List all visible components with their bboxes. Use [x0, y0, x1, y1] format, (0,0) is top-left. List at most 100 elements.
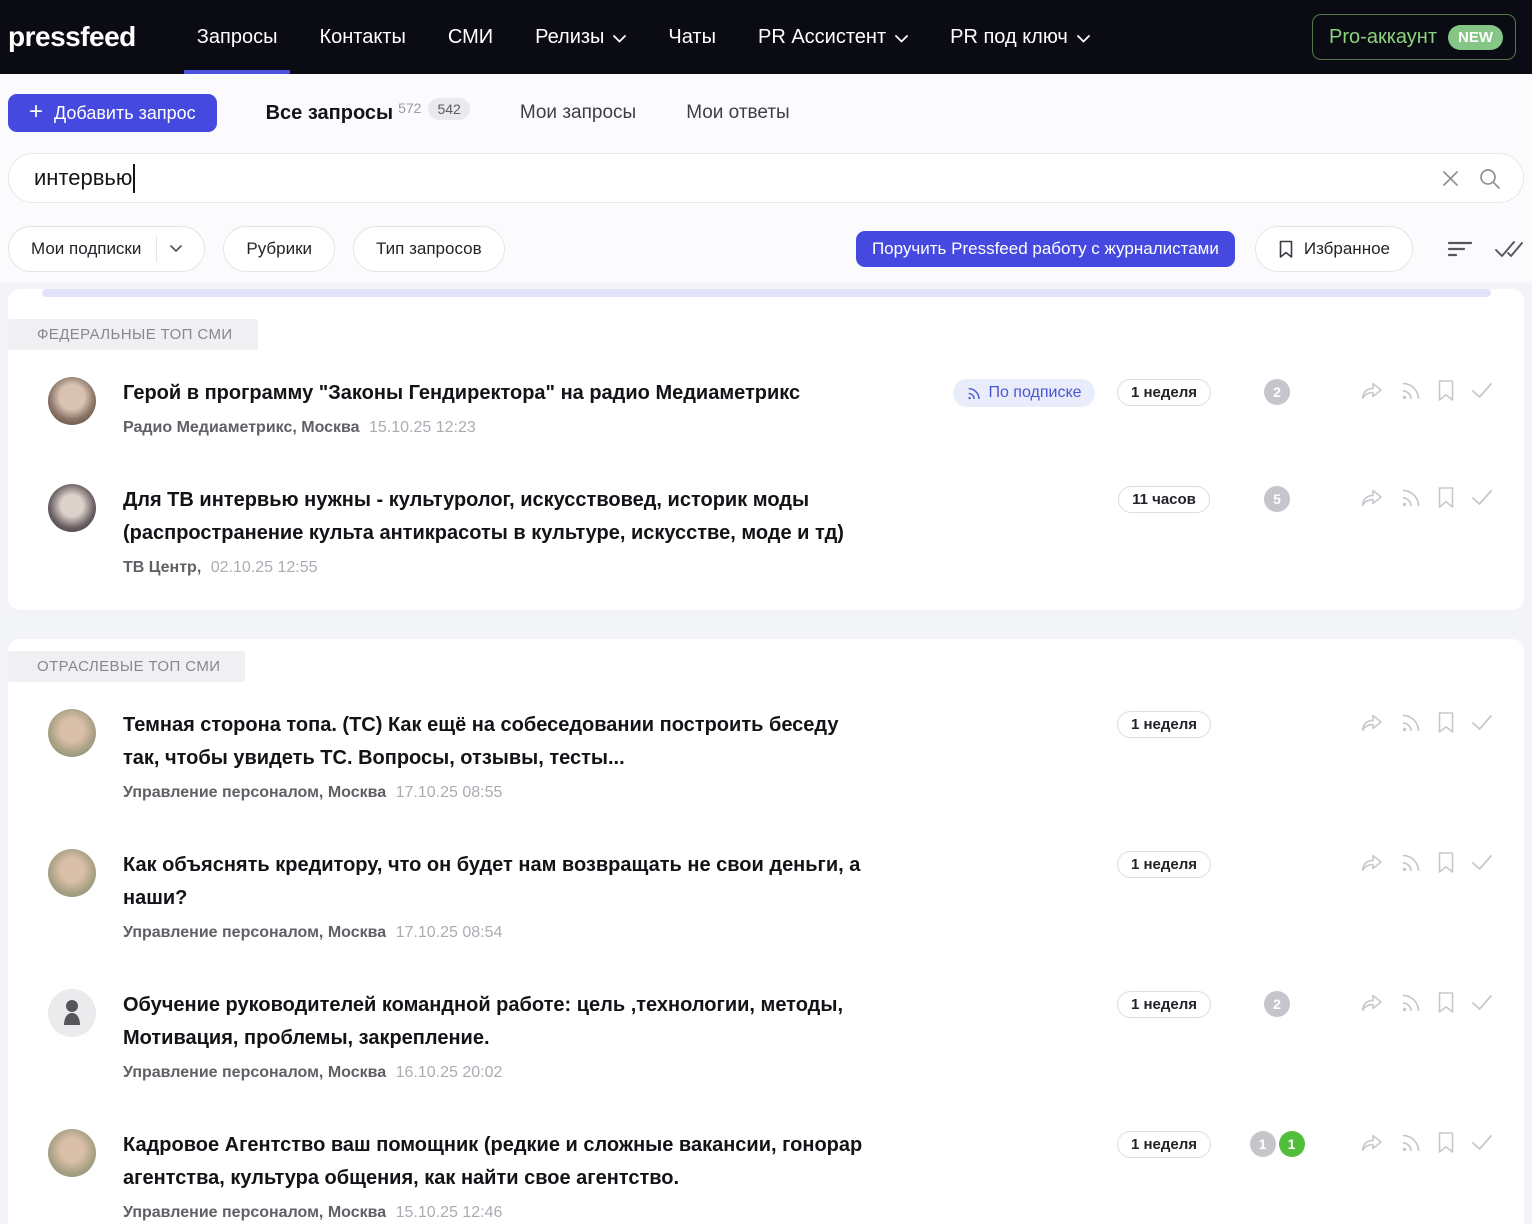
tab-total-count: 572 [398, 100, 421, 116]
pressfeed-logo[interactable]: pressfeed [8, 21, 136, 53]
nav-item-pr-turnkey[interactable]: PR под ключ [929, 0, 1111, 74]
section-industry-top-smi: ОТРАСЛЕВЫЕ ТОП СМИ Темная сторона топа. … [8, 639, 1524, 1224]
bookmark-icon[interactable] [1437, 991, 1455, 1014]
nav-item-requests[interactable]: Запросы [176, 0, 299, 74]
request-age-badge: 1 неделя [1117, 991, 1211, 1018]
request-title[interactable]: Обучение руководителей командной работе:… [123, 989, 863, 1055]
avatar-placeholder[interactable] [48, 989, 96, 1037]
rss-subscribe-icon[interactable] [1399, 711, 1422, 734]
filter-my-subscriptions[interactable]: Мои подписки [8, 226, 205, 272]
avatar[interactable] [48, 377, 96, 425]
request-date: 16.10.25 20:02 [396, 1064, 503, 1081]
avatar[interactable] [48, 709, 96, 757]
share-icon[interactable] [1360, 711, 1384, 734]
answers-count-badge: 5 [1264, 486, 1290, 512]
check-icon[interactable] [1470, 486, 1494, 509]
bookmark-icon[interactable] [1437, 851, 1455, 874]
rss-subscribe-icon[interactable] [1399, 379, 1422, 402]
rss-subscribe-icon[interactable] [1399, 991, 1422, 1014]
tab-label: Все запросы [266, 102, 394, 125]
check-icon[interactable] [1470, 991, 1494, 1014]
plus-icon: + [29, 100, 43, 124]
search-value: интервью [34, 165, 132, 191]
share-icon[interactable] [1360, 851, 1384, 874]
request-card[interactable]: Обучение руководителей командной работе:… [8, 989, 1524, 1082]
check-icon[interactable] [1470, 851, 1494, 874]
search-icon[interactable] [1478, 167, 1501, 190]
chevron-down-icon [613, 35, 626, 43]
avatar[interactable] [48, 484, 96, 532]
rss-subscribe-icon[interactable] [1399, 1131, 1422, 1154]
request-source: Радио Медиаметрикс, Москва [123, 419, 360, 436]
request-card[interactable]: Темная сторона топа. (ТС) Как ещё на соб… [8, 709, 1524, 802]
share-icon[interactable] [1360, 991, 1384, 1014]
nav-item-chats[interactable]: Чаты [647, 0, 737, 74]
subscription-badge[interactable]: По подписке [953, 379, 1094, 407]
request-title[interactable]: Для ТВ интервью нужны - культуролог, иск… [123, 484, 863, 550]
rss-icon [966, 386, 981, 401]
share-icon[interactable] [1360, 486, 1384, 509]
bookmark-icon[interactable] [1437, 711, 1455, 734]
mark-all-read-icon[interactable] [1494, 238, 1524, 260]
bookmark-icon[interactable] [1437, 486, 1455, 509]
tab-my-requests[interactable]: Мои запросы [520, 102, 636, 124]
check-icon[interactable] [1470, 1131, 1494, 1154]
rss-subscribe-icon[interactable] [1399, 851, 1422, 874]
delegate-to-pressfeed-button[interactable]: Поручить Pressfeed работу с журналистами [856, 231, 1235, 267]
nav-item-smi[interactable]: СМИ [427, 0, 514, 74]
request-date: 02.10.25 12:55 [211, 559, 318, 576]
tab-all-requests[interactable]: Все запросы 572 542 [266, 102, 470, 125]
avatar[interactable] [48, 849, 96, 897]
rss-subscribe-icon[interactable] [1399, 486, 1422, 509]
answers-count-badge: 2 [1264, 991, 1290, 1017]
request-card[interactable]: Как объяснять кредитору, что он будет на… [8, 849, 1524, 942]
request-title[interactable]: Темная сторона топа. (ТС) Как ещё на соб… [123, 709, 863, 775]
share-icon[interactable] [1360, 1131, 1384, 1154]
pro-account-button[interactable]: Pro-аккаунт NEW [1312, 14, 1516, 60]
tab-my-answers[interactable]: Мои ответы [686, 102, 790, 124]
tab-label: Мои ответы [686, 102, 790, 124]
main-nav: Запросы Контакты СМИ Релизы Чаты PR Асси… [176, 0, 1111, 74]
favorites-label: Избранное [1304, 239, 1390, 259]
nav-label: PR Ассистент [758, 26, 886, 49]
check-icon[interactable] [1470, 711, 1494, 734]
bookmark-icon[interactable] [1437, 379, 1455, 402]
person-silhouette-icon [59, 998, 85, 1028]
section-federal-top-smi: ФЕДЕРАЛЬНЫЕ ТОП СМИ Герой в программу "З… [8, 289, 1524, 610]
favorites-button[interactable]: Избранное [1255, 226, 1413, 272]
nav-item-contacts[interactable]: Контакты [298, 0, 426, 74]
request-title[interactable]: Герой в программу "Законы Гендиректора" … [123, 377, 863, 410]
filter-request-types[interactable]: Тип запросов [353, 226, 505, 272]
filter-rubrics[interactable]: Рубрики [223, 226, 335, 272]
new-answers-count-badge: 1 [1279, 1131, 1305, 1157]
avatar[interactable] [48, 1129, 96, 1177]
request-meta: Радио Медиаметрикс, Москва 15.10.25 12:2… [123, 419, 863, 437]
request-title[interactable]: Кадровое Агентство ваш помощник (редкие … [123, 1129, 863, 1195]
nav-item-releases[interactable]: Релизы [514, 0, 647, 74]
chevron-down-icon [895, 35, 908, 43]
share-icon[interactable] [1360, 379, 1384, 402]
request-meta: Управление персоналом, Москва 17.10.25 0… [123, 784, 863, 802]
request-age-badge: 11 часов [1118, 486, 1210, 513]
new-badge: NEW [1448, 25, 1503, 50]
request-age-badge: 1 неделя [1117, 379, 1211, 406]
nav-item-pr-assistant[interactable]: PR Ассистент [737, 0, 929, 74]
request-source: Управление персоналом, Москва [123, 1204, 386, 1221]
search-input[interactable]: интервью [8, 153, 1524, 203]
subheader: + Добавить запрос Все запросы 572 542 Мо… [0, 74, 1532, 283]
request-age-badge: 1 неделя [1117, 1131, 1211, 1158]
request-meta: Управление персоналом, Москва 17.10.25 0… [123, 924, 863, 942]
answers-count-badge: 2 [1264, 379, 1290, 405]
request-card[interactable]: Герой в программу "Законы Гендиректора" … [8, 377, 1524, 437]
request-title[interactable]: Как объяснять кредитору, что он будет на… [123, 849, 863, 915]
nav-label: Чаты [668, 26, 716, 49]
add-request-button[interactable]: + Добавить запрос [8, 94, 217, 132]
request-card[interactable]: Кадровое Агентство ваш помощник (редкие … [8, 1129, 1524, 1222]
bookmark-icon[interactable] [1437, 1131, 1455, 1154]
request-card[interactable]: Для ТВ интервью нужны - культуролог, иск… [8, 484, 1524, 610]
section-label: ФЕДЕРАЛЬНЫЕ ТОП СМИ [8, 319, 258, 350]
request-source: Управление персоналом, Москва [123, 924, 386, 941]
check-icon[interactable] [1470, 379, 1494, 402]
sort-icon[interactable] [1446, 238, 1474, 260]
clear-search-icon[interactable] [1440, 168, 1461, 189]
